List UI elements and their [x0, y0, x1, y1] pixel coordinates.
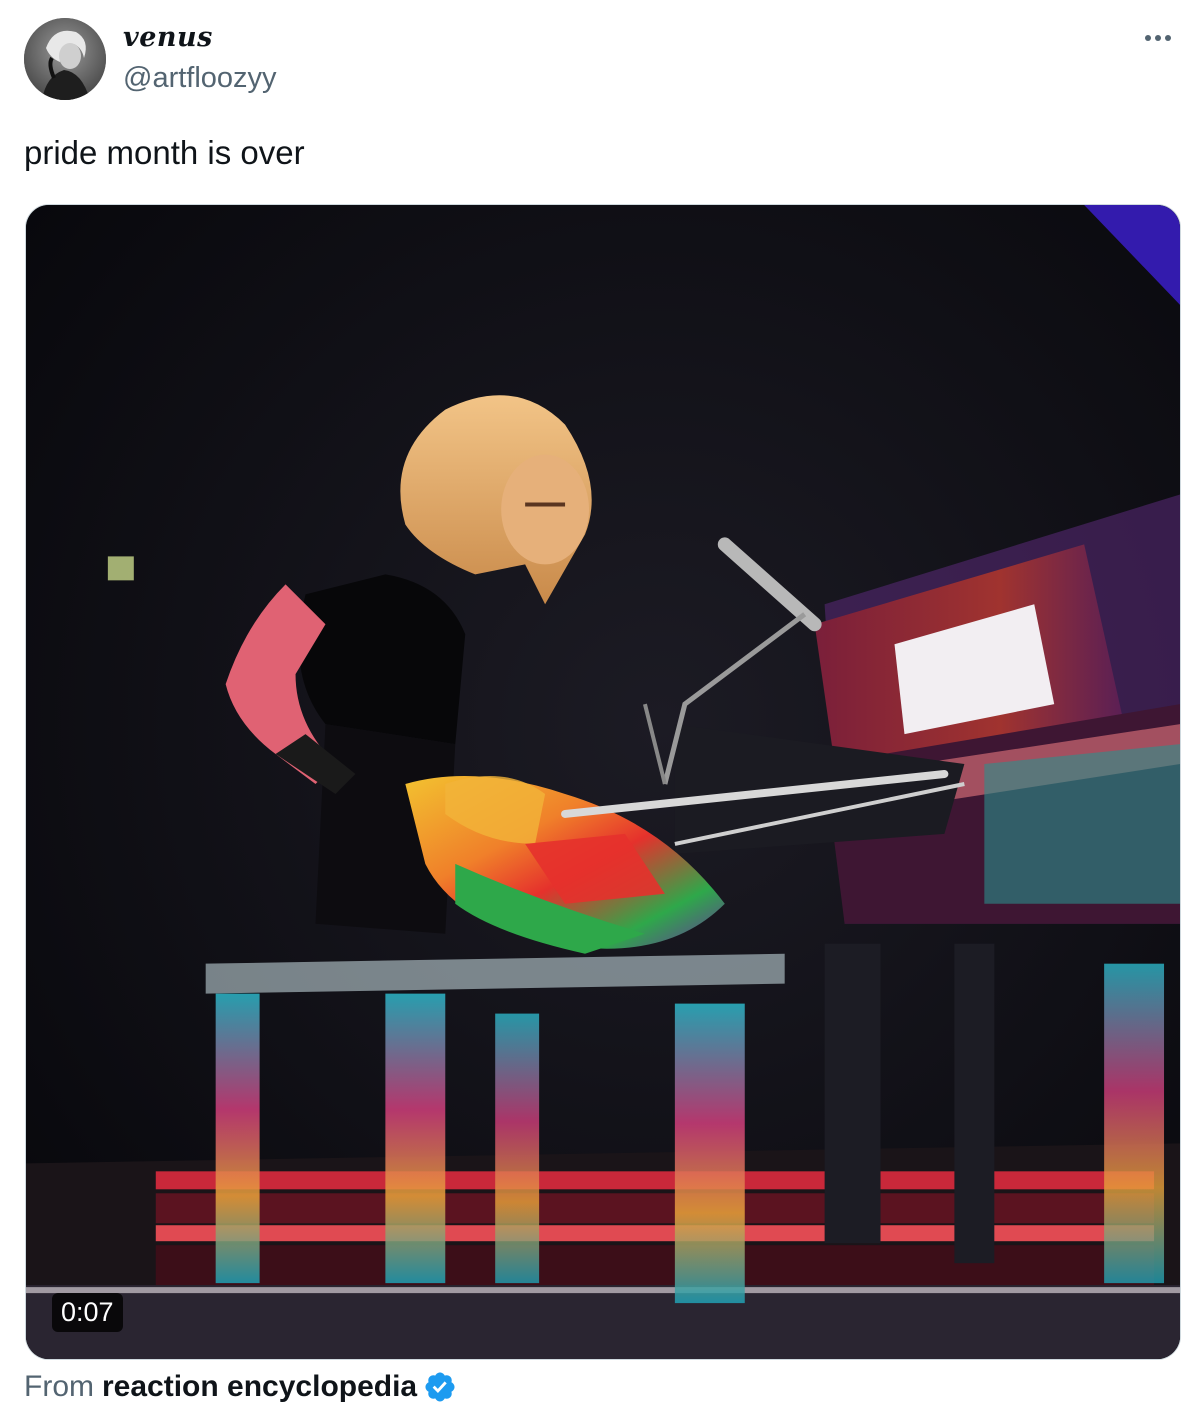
author-handle[interactable]: @artfloozyy — [123, 62, 277, 95]
video-duration-badge: 0:07 — [52, 1293, 123, 1332]
video-player[interactable]: 0:07 — [25, 204, 1181, 1360]
verified-badge-icon — [425, 1372, 455, 1402]
tweet: venus @artfloozyy pride month is over 0:… — [0, 0, 1200, 1414]
avatar-image — [24, 18, 106, 100]
tweet-text: pride month is over — [24, 134, 305, 171]
dot — [1155, 35, 1161, 41]
more-horizontal-icon[interactable] — [1138, 22, 1178, 54]
dot — [1165, 35, 1171, 41]
media-attribution: From reaction encyclopedia — [24, 1370, 457, 1404]
avatar[interactable] — [24, 18, 106, 100]
attribution-prefix: From — [24, 1370, 94, 1403]
dot — [1145, 35, 1151, 41]
video-frame — [26, 205, 1180, 1359]
attribution-source-link[interactable]: reaction encyclopedia — [102, 1370, 417, 1404]
author-display-name[interactable]: venus — [123, 22, 213, 53]
